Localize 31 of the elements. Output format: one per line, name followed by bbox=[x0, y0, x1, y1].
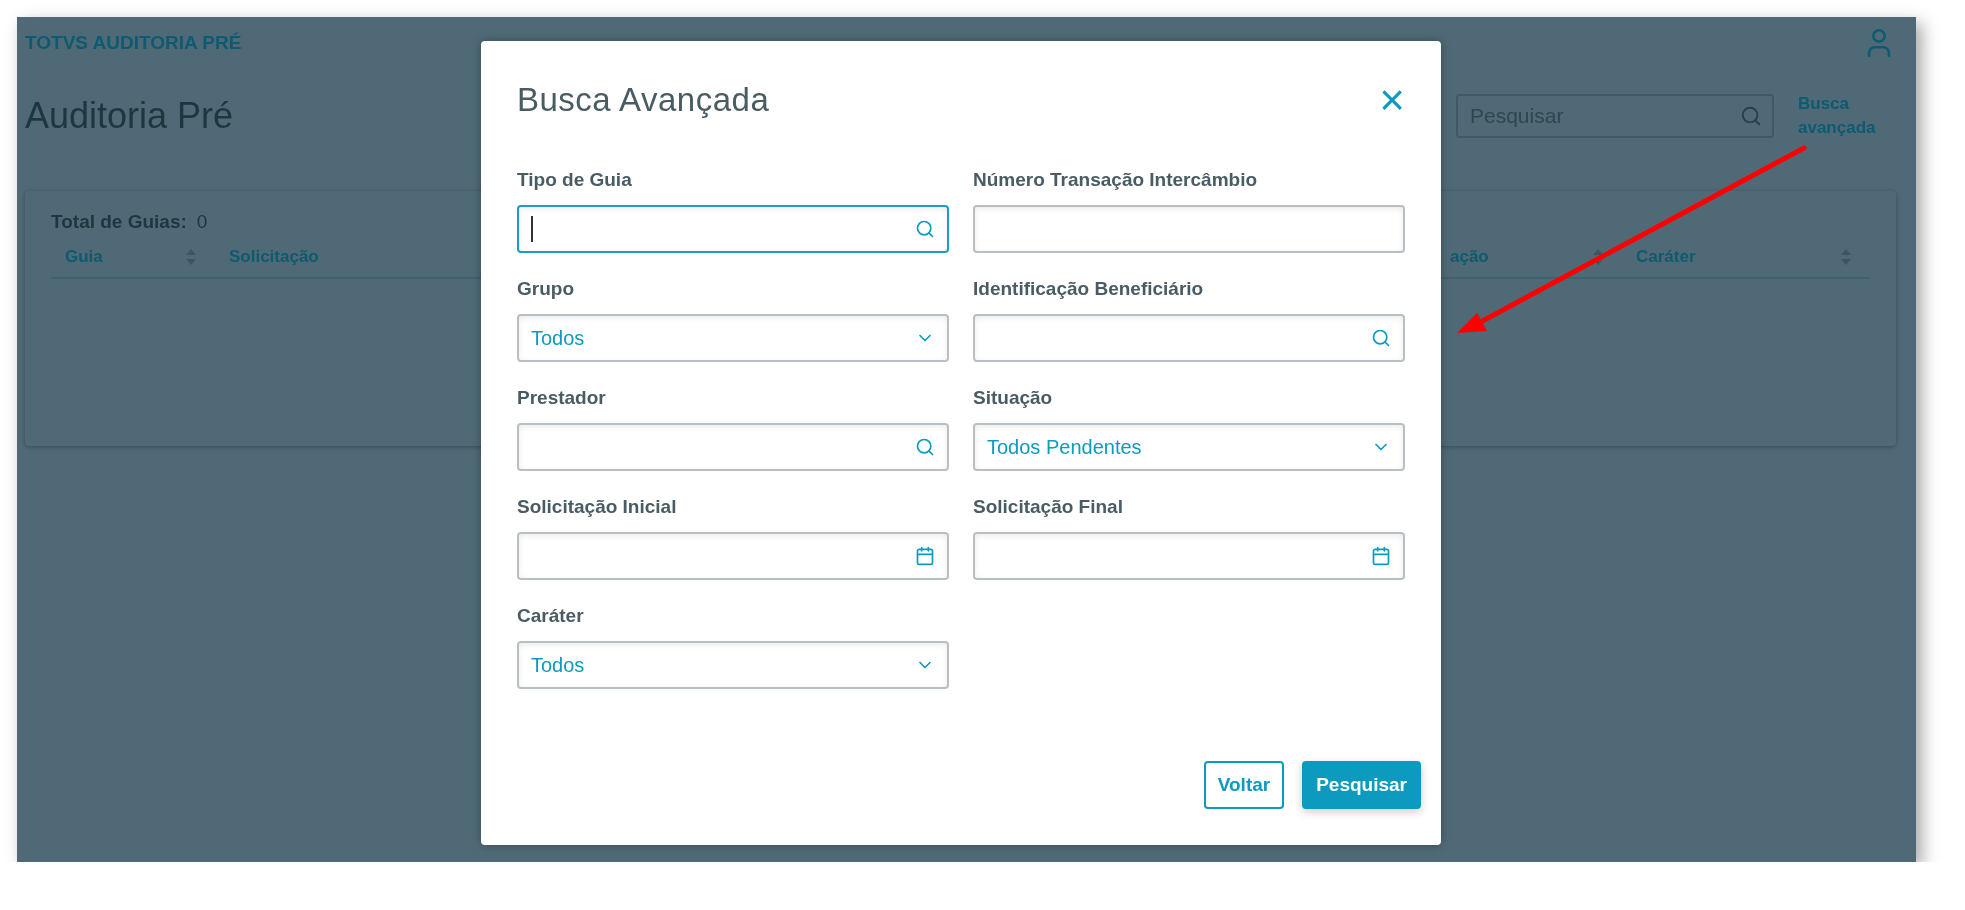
input-field[interactable] bbox=[517, 205, 949, 253]
back-button[interactable]: Voltar bbox=[1203, 761, 1285, 809]
field-label: Situação bbox=[973, 387, 1054, 410]
field-label: Prestador bbox=[517, 387, 607, 410]
field-label: Solicitação Inicial bbox=[517, 496, 678, 519]
select-field[interactable]: Todos bbox=[517, 641, 949, 689]
field-label: Identificação Beneficiário bbox=[973, 278, 1205, 301]
search-icon bbox=[915, 437, 935, 457]
calendar-icon bbox=[1371, 546, 1391, 566]
input-field[interactable] bbox=[973, 314, 1405, 362]
select-field[interactable]: Todos Pendentes bbox=[973, 423, 1405, 471]
select-field[interactable]: Todos bbox=[517, 314, 949, 362]
field-label: Caráter bbox=[517, 605, 585, 628]
field-label: Solicitação Final bbox=[973, 496, 1124, 519]
close-button[interactable]: × bbox=[1379, 82, 1405, 118]
input-field[interactable] bbox=[517, 423, 949, 471]
search-icon bbox=[915, 219, 935, 239]
sort-icon[interactable] bbox=[1592, 248, 1604, 266]
input-field[interactable] bbox=[973, 205, 1405, 253]
field-label: Grupo bbox=[517, 278, 575, 301]
date-field[interactable] bbox=[973, 532, 1405, 580]
dialog-title: Busca Avançada bbox=[517, 81, 770, 119]
date-field[interactable] bbox=[517, 532, 949, 580]
search-icon bbox=[1371, 328, 1391, 348]
field-label: Número Transação Intercâmbio bbox=[973, 169, 1259, 192]
text-cursor bbox=[531, 216, 533, 242]
app-brand: TOTVS AUDITORIA PRÉ bbox=[25, 32, 242, 54]
search-icon bbox=[1740, 105, 1762, 127]
calendar-icon bbox=[915, 546, 935, 566]
search-button[interactable]: Pesquisar bbox=[1302, 761, 1421, 809]
field-label: Tipo de Guia bbox=[517, 169, 633, 192]
